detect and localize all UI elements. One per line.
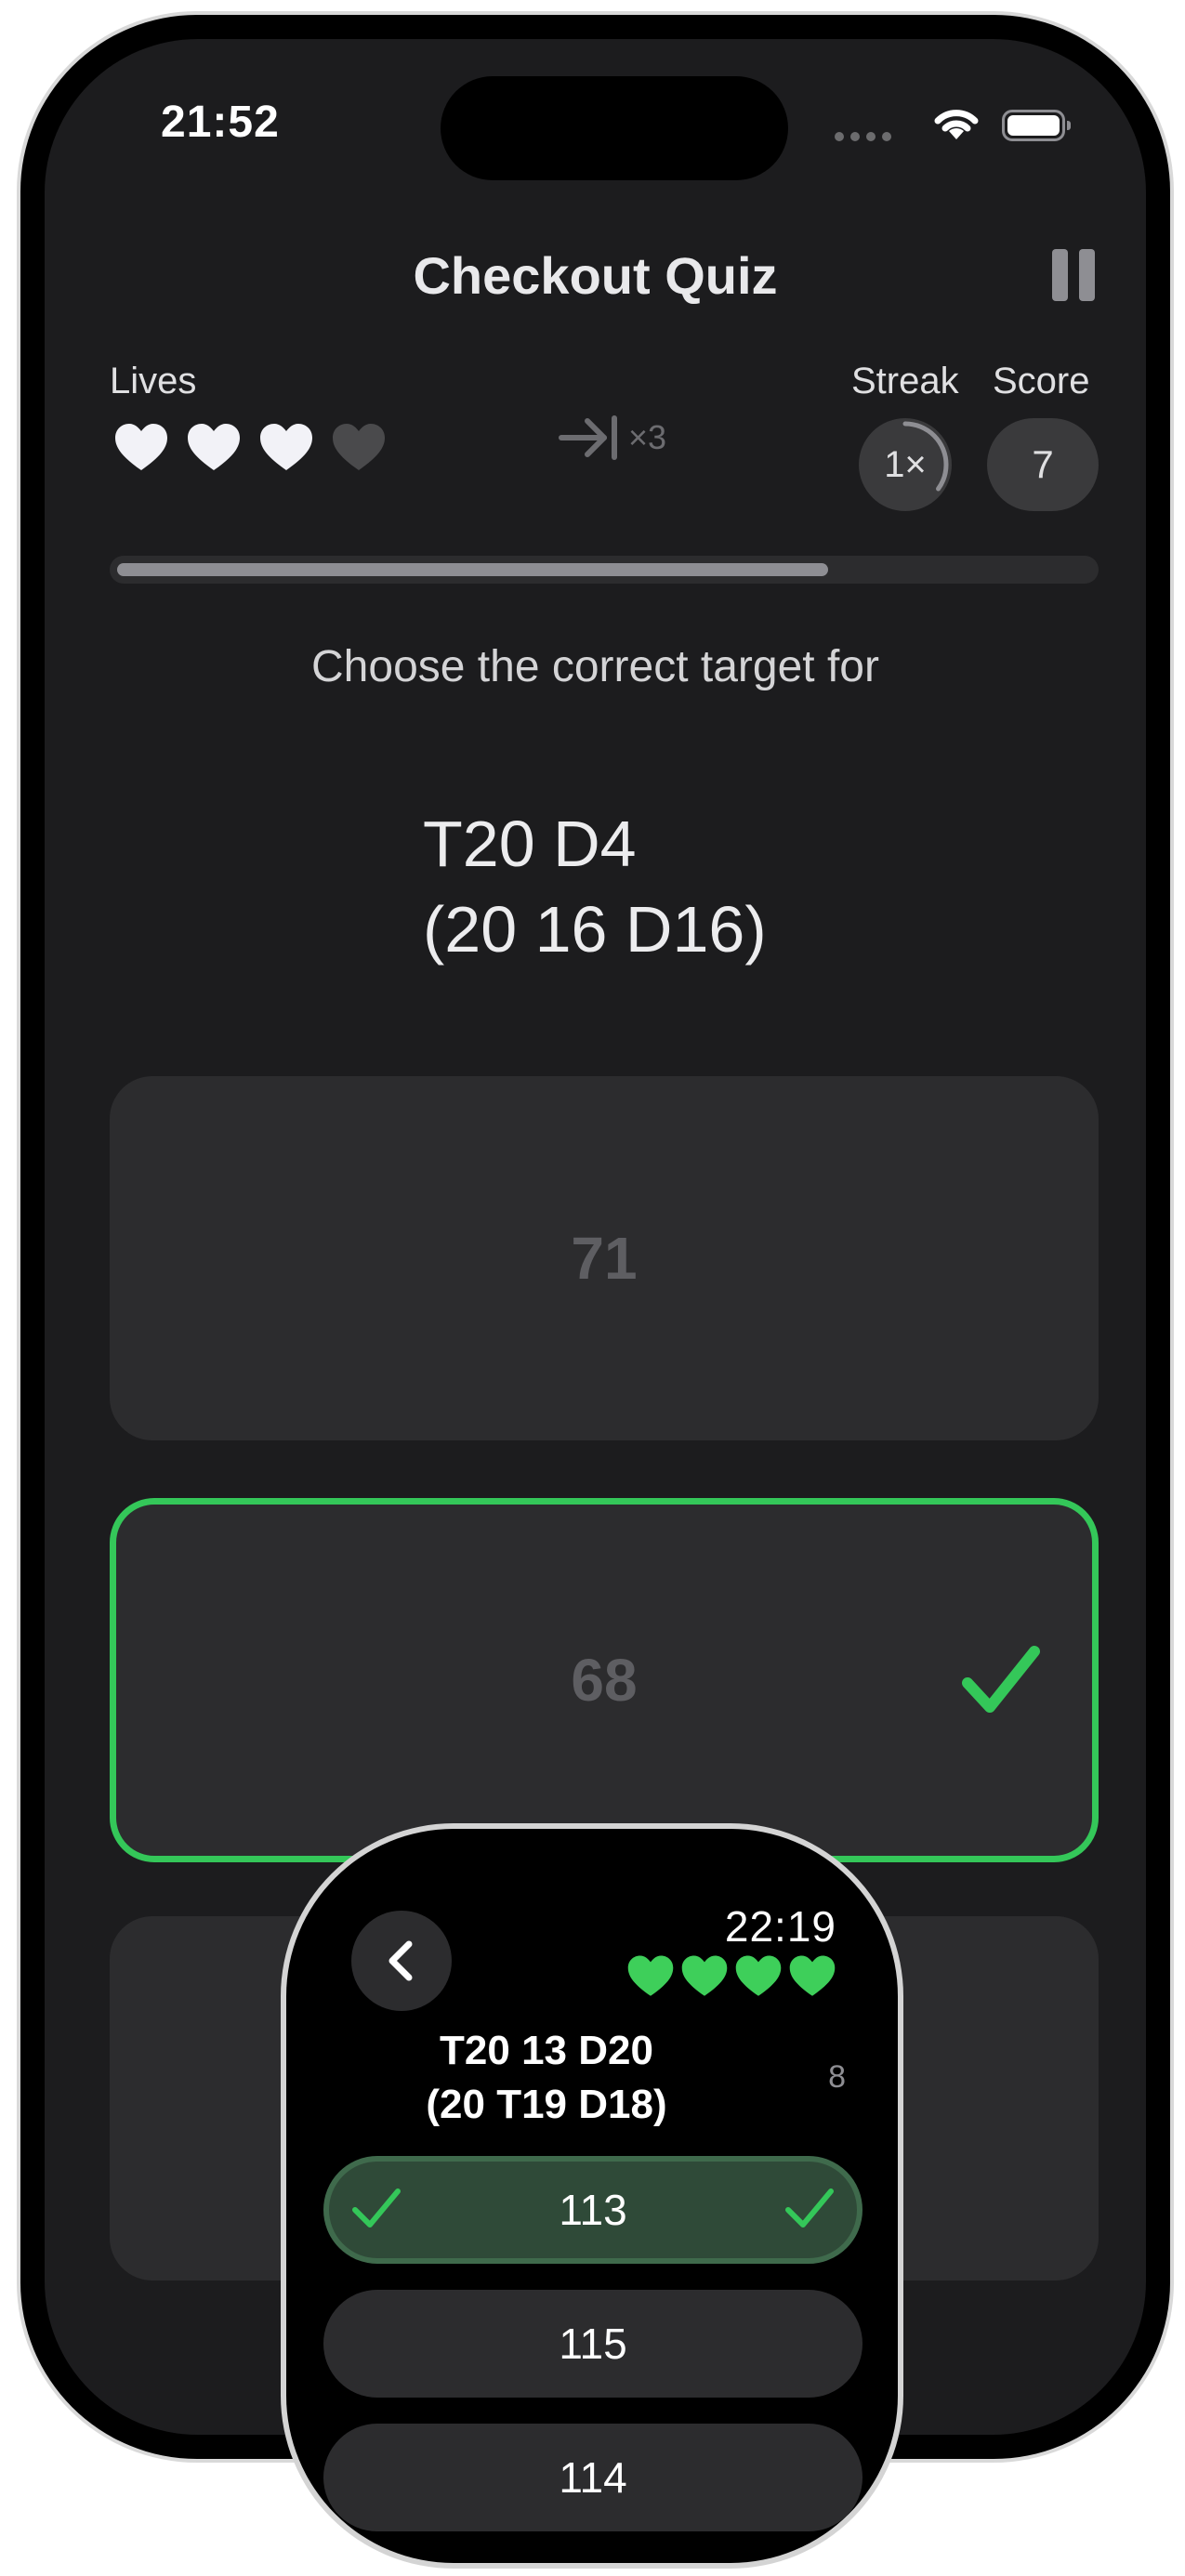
- question-line-1: T20 D4: [423, 808, 637, 880]
- watch-option-label: 115: [559, 2320, 627, 2368]
- score-label: Score: [993, 361, 1090, 401]
- watch-back-button[interactable]: [351, 1911, 452, 2011]
- question-prompt: Choose the correct target for: [311, 642, 879, 691]
- progress-fill: [117, 563, 828, 576]
- dynamic-island: [441, 76, 788, 180]
- watch-option-3[interactable]: 114: [323, 2424, 862, 2531]
- score-value: 7: [987, 418, 1099, 511]
- heart-icon: [260, 424, 312, 470]
- watch-option-1[interactable]: 113: [323, 2156, 862, 2264]
- watch-option-label: 113: [559, 2186, 627, 2234]
- status-time: 21:52: [161, 98, 280, 147]
- pause-icon[interactable]: [1052, 249, 1097, 301]
- watch-question-line-2: (20 T19 D18): [426, 2082, 667, 2127]
- streak-label: Streak: [851, 361, 959, 401]
- cellular-signal-icon: [835, 132, 891, 141]
- watch-count: 8: [828, 2059, 846, 2095]
- answer-option-2[interactable]: 68: [110, 1498, 1099, 1862]
- skip-button[interactable]: ×3: [558, 413, 666, 463]
- page-title: Checkout Quiz: [413, 246, 778, 305]
- chevron-left-icon: [388, 1940, 413, 1981]
- question-line-2: (20 16 D16): [423, 893, 767, 966]
- heart-icon: [188, 424, 240, 470]
- answer-option-1[interactable]: 71: [110, 1076, 1099, 1440]
- watch-screen: 22:19 T20 13 D20 (20 T19 D18) 8 113 115 …: [286, 1829, 898, 2563]
- skip-forward-icon: [559, 415, 617, 460]
- streak-indicator: 1×: [859, 418, 952, 511]
- watch-time: 22:19: [724, 1902, 836, 1951]
- question-text: T20 D4 (20 16 D16): [423, 801, 767, 972]
- green-heart-icon: [735, 1955, 782, 1996]
- green-heart-icon: [681, 1955, 728, 1996]
- answer-label: 71: [571, 1225, 638, 1292]
- battery-icon: [1002, 110, 1071, 141]
- checkmark-icon: [962, 1646, 1040, 1713]
- heart-icon: [115, 424, 167, 470]
- green-heart-icon: [789, 1955, 836, 1996]
- checkmark-icon: [785, 2188, 834, 2228]
- skip-count: ×3: [628, 418, 667, 456]
- green-heart-icon: [627, 1955, 674, 1996]
- heart-empty-icon: [333, 424, 385, 470]
- watch-question-line-1: T20 13 D20: [440, 2028, 653, 2073]
- watch-option-label: 114: [559, 2453, 627, 2502]
- lives-hearts: [113, 422, 387, 474]
- watch-lives-hearts: [626, 1953, 836, 2000]
- watch-question-text: T20 13 D20 (20 T19 D18): [286, 2024, 807, 2132]
- answer-label: 68: [571, 1647, 638, 1714]
- wifi-icon: [934, 110, 979, 139]
- watch-option-2[interactable]: 115: [323, 2290, 862, 2398]
- quiz-progress-bar: [110, 556, 1099, 584]
- streak-value: 1×: [884, 444, 927, 485]
- lives-label: Lives: [110, 361, 197, 401]
